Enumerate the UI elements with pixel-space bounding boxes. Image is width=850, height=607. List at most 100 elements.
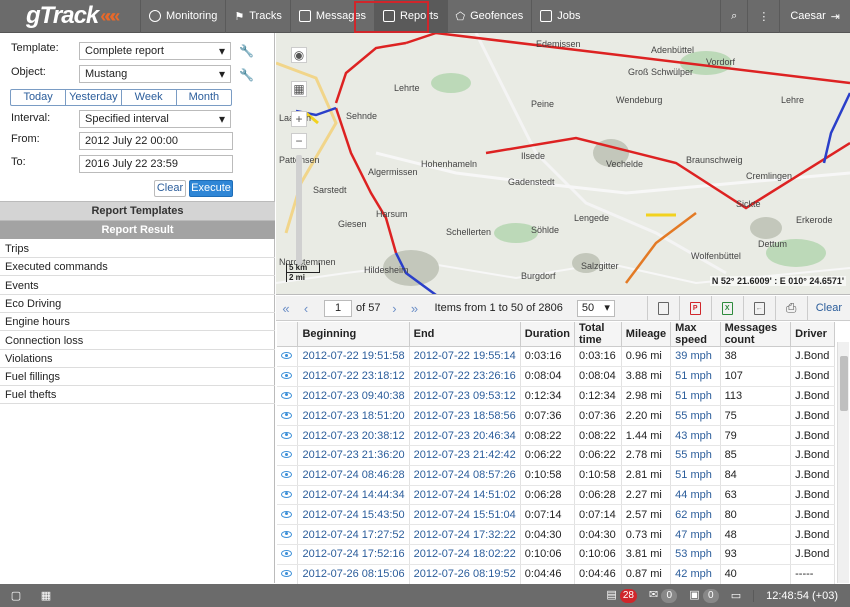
eye-icon[interactable]	[281, 411, 292, 419]
eye-icon[interactable]	[281, 451, 292, 459]
template-select[interactable]: Complete report	[79, 42, 231, 60]
table-cell[interactable]: 2012-07-23 09:40:38	[297, 386, 410, 407]
view-track-cell[interactable]	[277, 386, 299, 407]
table-scrollbar[interactable]	[837, 342, 849, 583]
result-item[interactable]: Fuel fillings	[0, 368, 275, 387]
view-track-cell[interactable]	[277, 425, 299, 446]
interval-select[interactable]: Specified interval	[79, 110, 231, 128]
table-cell[interactable]: 47 mph	[670, 524, 721, 545]
prev-page-button[interactable]: ‹	[296, 301, 316, 316]
eye-icon[interactable]	[281, 372, 292, 380]
eye-icon[interactable]: ◉	[291, 47, 307, 63]
user-menu[interactable]: Caesar ⇥	[779, 0, 850, 33]
export-pdf-button[interactable]: P	[678, 296, 711, 320]
table-cell[interactable]: 51 mph	[670, 465, 721, 486]
table-row[interactable]: 2012-07-23 18:51:20 2012-07-23 18:58:56 0:…	[277, 405, 835, 427]
table-row[interactable]: 2012-07-24 08:46:28 2012-07-24 08:57:26 0:…	[277, 465, 835, 486]
table-cell[interactable]: 2012-07-24 14:44:34	[297, 485, 410, 506]
wrench-icon[interactable]: 🔧	[239, 68, 254, 82]
table-cell[interactable]: 2012-07-24 08:46:28	[297, 465, 410, 486]
view-track-cell[interactable]	[277, 366, 299, 387]
table-cell[interactable]: 2012-07-22 19:51:58	[297, 346, 410, 367]
result-item[interactable]: Executed commands	[0, 258, 275, 277]
table-row[interactable]: 2012-07-26 08:15:06 2012-07-26 08:19:52 0:…	[277, 564, 835, 585]
table-cell[interactable]: 2012-07-24 08:57:26	[409, 465, 521, 486]
eye-icon[interactable]	[281, 490, 292, 498]
nav-monitoring[interactable]: Monitoring	[140, 0, 225, 33]
table-cell[interactable]: 62 mph	[670, 504, 721, 526]
print-button[interactable]: ⎙	[774, 296, 807, 320]
zoom-slider[interactable]	[296, 155, 302, 265]
period-month[interactable]: Month	[175, 90, 231, 105]
result-item[interactable]: Engine hours	[0, 313, 275, 332]
eye-icon[interactable]	[281, 431, 292, 439]
result-item[interactable]: Events	[0, 277, 275, 295]
page-input[interactable]: 1	[324, 299, 352, 317]
table-cell[interactable]: 2012-07-23 21:42:42	[409, 445, 521, 466]
table-cell[interactable]: 2012-07-23 09:53:12	[409, 386, 521, 407]
app-logo[interactable]: gTrack «««	[0, 0, 140, 33]
table-cell[interactable]: 53 mph	[670, 544, 721, 565]
eye-icon[interactable]	[281, 471, 292, 479]
map-view[interactable]: Lehrte Edemissen Adenbüttel Vordorf Groß Sch…	[276, 33, 850, 295]
eye-icon[interactable]	[281, 550, 292, 558]
column-header[interactable]: End	[409, 322, 521, 347]
view-track-cell[interactable]	[277, 405, 299, 427]
export-file-button[interactable]: ←	[742, 296, 775, 320]
table-row[interactable]: 2012-07-22 23:18:12 2012-07-22 23:26:16 0:…	[277, 366, 835, 387]
view-track-cell[interactable]	[277, 524, 299, 545]
table-cell[interactable]: 2012-07-22 23:26:16	[409, 366, 521, 387]
table-row[interactable]: 2012-07-23 21:36:20 2012-07-23 21:42:42 0:…	[277, 445, 835, 466]
nav-tracks[interactable]: ⚑ Tracks	[225, 0, 289, 33]
report-result-header[interactable]: Report Result	[0, 220, 275, 239]
table-cell[interactable]: 2012-07-23 20:46:34	[409, 425, 521, 446]
view-track-cell[interactable]	[277, 564, 299, 585]
table-cell[interactable]: 2012-07-24 17:32:22	[409, 524, 521, 545]
table-cell[interactable]: 51 mph	[670, 386, 721, 407]
view-track-cell[interactable]	[277, 485, 299, 506]
table-cell[interactable]: 2012-07-23 21:36:20	[297, 445, 410, 466]
photos-button[interactable]: ▣ 0	[689, 588, 719, 603]
result-item[interactable]: Connection loss	[0, 332, 275, 350]
wrench-icon[interactable]: 🔧	[239, 44, 254, 58]
last-page-button[interactable]: »	[404, 301, 424, 316]
first-page-button[interactable]: «	[276, 301, 296, 316]
from-input[interactable]: 2012 July 22 00:00	[79, 132, 233, 150]
table-row[interactable]: 2012-07-22 19:51:58 2012-07-22 19:55:14 0:…	[277, 346, 835, 367]
grid-apps-icon[interactable]: ▦	[32, 589, 60, 602]
view-track-cell[interactable]	[277, 544, 299, 565]
table-cell[interactable]: 2012-07-24 17:52:16	[297, 544, 410, 565]
table-cell[interactable]: 51 mph	[670, 366, 721, 387]
table-cell[interactable]: 2012-07-23 18:51:20	[297, 405, 410, 427]
eye-icon[interactable]	[281, 352, 292, 360]
zoom-out-button[interactable]: −	[291, 133, 307, 149]
column-header[interactable]: Mileage	[621, 322, 672, 347]
next-page-button[interactable]: ›	[384, 301, 404, 316]
to-input[interactable]: 2016 July 22 23:59	[79, 155, 233, 173]
column-header[interactable]: Beginning	[297, 322, 410, 347]
table-cell[interactable]: 2012-07-26 08:15:06	[297, 564, 410, 585]
table-cell[interactable]: 39 mph	[670, 346, 721, 367]
layers-icon[interactable]: ▦	[291, 81, 307, 97]
export-html-button[interactable]	[646, 296, 679, 320]
table-row[interactable]: 2012-07-23 09:40:38 2012-07-23 09:53:12 0:…	[277, 386, 835, 407]
result-item[interactable]: Eco Driving	[0, 295, 275, 313]
table-cell[interactable]: 2012-07-22 23:18:12	[297, 366, 410, 387]
eye-icon[interactable]	[281, 570, 292, 578]
period-yesterday[interactable]: Yesterday	[65, 90, 120, 105]
period-week[interactable]: Week	[120, 90, 176, 105]
result-item[interactable]: Fuel thefts	[0, 386, 275, 405]
table-cell[interactable]: 44 mph	[670, 485, 721, 506]
table-row[interactable]: 2012-07-24 15:43:50 2012-07-24 15:51:04 0:…	[277, 504, 835, 526]
nav-jobs[interactable]: Jobs	[531, 0, 588, 33]
eye-icon[interactable]	[281, 510, 292, 518]
eye-icon[interactable]	[281, 391, 292, 399]
view-track-cell[interactable]	[277, 504, 299, 526]
page-size-select[interactable]: 50	[576, 299, 615, 317]
report-templates-header[interactable]: Report Templates	[0, 201, 275, 220]
more-menu-button[interactable]: ⋮	[747, 0, 779, 33]
column-header[interactable]: Total time	[574, 322, 622, 347]
table-cell[interactable]: 2012-07-22 19:55:14	[409, 346, 521, 367]
clear-result-button[interactable]: Clear	[806, 296, 850, 320]
table-cell[interactable]: 2012-07-24 18:02:22	[409, 544, 521, 565]
